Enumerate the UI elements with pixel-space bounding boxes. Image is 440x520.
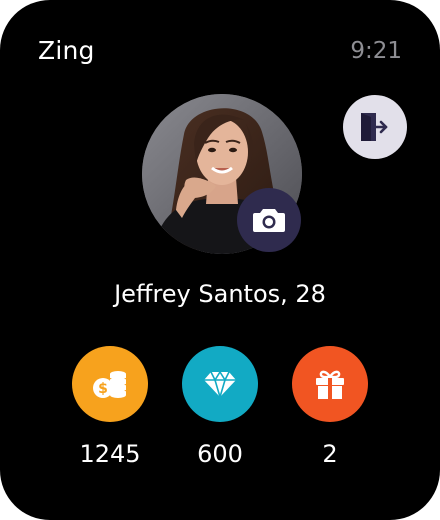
svg-text:$: $ [98, 381, 108, 397]
logout-icon [361, 113, 388, 141]
status-time: 9:21 [350, 38, 402, 64]
app-title: Zing [38, 36, 95, 65]
user-name-age: Jeffrey Santos, 28 [114, 280, 326, 308]
gift-icon [316, 370, 344, 399]
gifts-count: 2 [322, 440, 338, 468]
camera-icon [253, 209, 285, 232]
diamond-icon [204, 370, 236, 398]
coins-count: 1245 [79, 440, 141, 468]
coins-dollar-icon: $ [93, 371, 126, 398]
change-photo-button[interactable] [237, 188, 301, 252]
logout-button[interactable] [343, 95, 407, 159]
coins-button[interactable]: $ [72, 346, 148, 422]
gems-button[interactable] [182, 346, 258, 422]
gifts-button[interactable] [292, 346, 368, 422]
gems-count: 600 [197, 440, 243, 468]
watch-screen: Zing 9:21 Jeffrey Santos, 28 $ 1245 600 … [0, 0, 440, 520]
